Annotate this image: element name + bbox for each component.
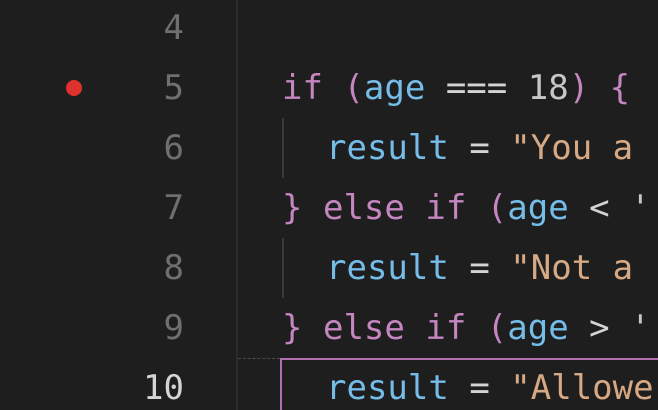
line-number[interactable]: 10: [143, 358, 184, 410]
code-line-8[interactable]: 8 result = "Not a: [0, 238, 658, 298]
code-text[interactable]: result = "Not a: [326, 238, 633, 298]
string-token: "Allowe: [510, 368, 654, 408]
code-text[interactable]: } else if (age < ': [282, 178, 651, 238]
line-number[interactable]: 4: [164, 0, 184, 58]
bracket-token: (: [486, 188, 508, 228]
line-number[interactable]: 5: [164, 58, 184, 118]
variable-token: result: [326, 248, 449, 288]
code-line-4[interactable]: 4: [0, 0, 658, 58]
line-number[interactable]: 7: [164, 178, 184, 238]
code-text[interactable]: result = "Allowe: [326, 358, 654, 410]
code-line-9[interactable]: 9 } else if (age > ': [0, 298, 658, 358]
operator-token: =: [469, 368, 490, 408]
operator-token: >: [589, 308, 610, 348]
variable-token: age: [507, 188, 569, 228]
string-token: "You a: [510, 128, 634, 168]
string-token: "Not a: [510, 248, 634, 288]
keyword-token: if: [425, 188, 467, 228]
line-number[interactable]: 9: [164, 298, 184, 358]
keyword-token: if: [425, 308, 467, 348]
keyword-token: if: [282, 68, 323, 108]
line-number[interactable]: 8: [164, 238, 184, 298]
brace-token: }: [282, 308, 303, 348]
code-line-6[interactable]: 6 result = "You a: [0, 118, 658, 178]
brace-token: }: [282, 188, 303, 228]
code-text[interactable]: if (age === 18) {: [282, 58, 630, 118]
code-text[interactable]: } else if (age > ': [282, 298, 651, 358]
operator-token: <: [589, 188, 610, 228]
code-text[interactable]: result = "You a: [326, 118, 633, 178]
indent-guide: [282, 238, 284, 298]
variable-token: result: [326, 128, 449, 168]
keyword-token: else: [322, 188, 405, 228]
variable-token: age: [363, 68, 426, 108]
code-line-5[interactable]: 5 if (age === 18) {: [0, 58, 658, 118]
keyword-token: else: [322, 308, 405, 348]
number-token: ': [630, 188, 651, 228]
operator-token: =: [469, 128, 490, 168]
variable-token: age: [507, 308, 569, 348]
number-token: ': [630, 308, 651, 348]
line-number[interactable]: 6: [164, 118, 184, 178]
number-token: 18: [527, 68, 569, 108]
bracket-token: (: [343, 68, 364, 108]
code-editor[interactable]: 4 5 if (age === 18) { 6 result = "You a …: [0, 0, 658, 410]
operator-token: ===: [445, 68, 508, 108]
operator-token: =: [469, 248, 490, 288]
bracket-token: (: [486, 308, 508, 348]
code-line-7[interactable]: 7 } else if (age < ': [0, 178, 658, 238]
bracket-token: ): [568, 68, 590, 108]
indent-guide: [282, 118, 284, 178]
code-line-10[interactable]: 10 result = "Allowe: [0, 358, 658, 410]
variable-token: result: [326, 368, 449, 408]
brace-token: {: [609, 68, 631, 108]
breakpoint-icon[interactable]: [66, 80, 82, 96]
